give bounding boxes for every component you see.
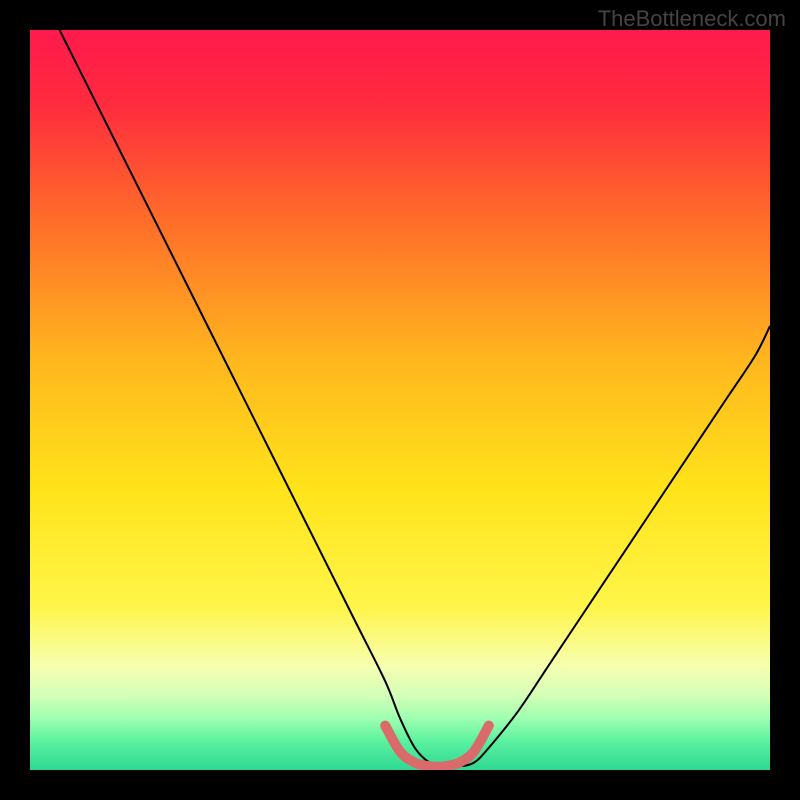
chart-container (30, 30, 770, 770)
watermark-text: TheBottleneck.com (598, 6, 786, 32)
optimal-zone-marker (385, 726, 489, 767)
curve-layer (30, 30, 770, 770)
bottleneck-curve (60, 30, 770, 767)
